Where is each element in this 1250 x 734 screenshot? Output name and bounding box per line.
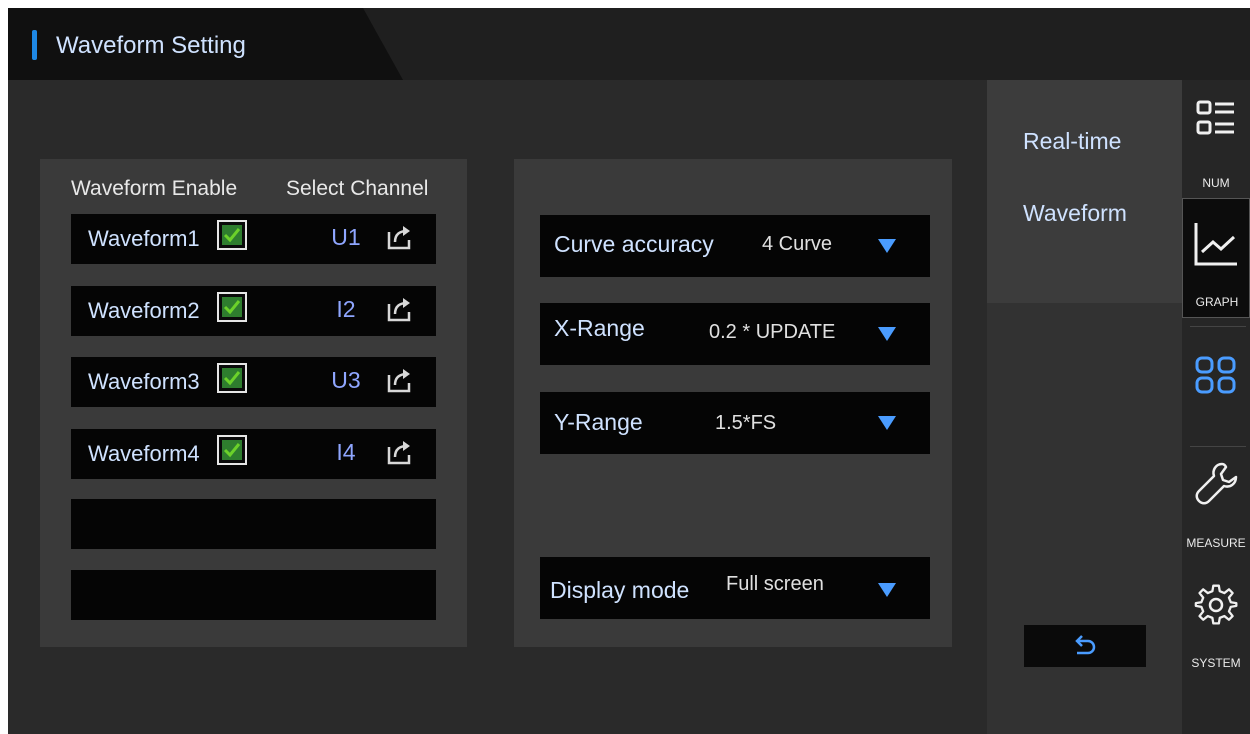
nav-item-graph[interactable]: GRAPH bbox=[1182, 198, 1250, 318]
waveform3-enable-checkbox[interactable] bbox=[217, 363, 247, 393]
gear-icon bbox=[1194, 584, 1238, 625]
grid-icon bbox=[1195, 356, 1236, 394]
waveform-row-1: Waveform1 U1 bbox=[71, 214, 436, 264]
graph-submenu: Real-time Waveform bbox=[987, 80, 1182, 734]
curve-accuracy-label: Curve accuracy bbox=[554, 231, 714, 257]
waveform-settings-panel: Curve accuracy 4 Curve X-Range 0.2 * UPD… bbox=[514, 159, 952, 647]
empty-row bbox=[71, 570, 436, 620]
undo-arrow-icon bbox=[1075, 635, 1096, 655]
display-mode-value: Full screen bbox=[726, 573, 824, 595]
title-accent-bar bbox=[32, 30, 37, 60]
waveform2-channel-value[interactable]: I2 bbox=[321, 296, 371, 323]
checkmark-icon bbox=[222, 297, 242, 317]
nav-label-graph: GRAPH bbox=[1195, 295, 1239, 309]
title-tab: Waveform Setting bbox=[8, 8, 403, 80]
x-range-dropdown[interactable]: X-Range 0.2 * UPDATE bbox=[540, 303, 930, 365]
nav-label-system: SYSTEM bbox=[1191, 656, 1241, 670]
y-range-label: Y-Range bbox=[554, 409, 643, 435]
top-bar: Waveform Setting bbox=[8, 8, 1250, 80]
share-icon[interactable] bbox=[385, 222, 415, 257]
list-icon bbox=[1196, 100, 1234, 135]
share-icon[interactable] bbox=[385, 294, 415, 329]
y-range-dropdown[interactable]: Y-Range 1.5*FS bbox=[540, 392, 930, 454]
nav-divider bbox=[1190, 326, 1246, 327]
x-range-label: X-Range bbox=[554, 315, 645, 341]
nav-item-system[interactable]: SYSTEM bbox=[1182, 570, 1250, 690]
nav-label-num: NUM bbox=[1202, 176, 1230, 190]
waveform2-enable-checkbox[interactable] bbox=[217, 292, 247, 322]
nav-item-grid[interactable] bbox=[1182, 332, 1250, 442]
waveform-row-4: Waveform4 I4 bbox=[71, 429, 436, 479]
checkmark-icon bbox=[222, 225, 242, 245]
waveform-label: Waveform1 bbox=[88, 226, 200, 251]
triangle-down-icon bbox=[878, 327, 896, 341]
waveform-channel-panel: Waveform Enable Select Channel Waveform1… bbox=[40, 159, 467, 647]
waveform4-enable-checkbox[interactable] bbox=[217, 435, 247, 465]
curve-accuracy-dropdown[interactable]: Curve accuracy 4 Curve bbox=[540, 215, 930, 277]
nav-item-measure[interactable]: MEASURE bbox=[1182, 450, 1250, 570]
right-nav: NUM GRAPH MEASURE SYSTEM bbox=[1182, 80, 1250, 734]
triangle-down-icon bbox=[878, 416, 896, 430]
empty-row bbox=[71, 499, 436, 549]
nav-divider bbox=[1190, 446, 1246, 447]
waveform1-enable-checkbox[interactable] bbox=[217, 220, 247, 250]
page-title: Waveform Setting bbox=[56, 32, 246, 59]
select-channel-header: Select Channel bbox=[286, 177, 429, 200]
waveform4-channel-value[interactable]: I4 bbox=[321, 439, 371, 466]
waveform3-channel-value[interactable]: U3 bbox=[321, 367, 371, 394]
submenu-item-waveform[interactable]: Waveform bbox=[1023, 200, 1127, 227]
x-range-value: 0.2 * UPDATE bbox=[709, 321, 836, 343]
wrench-icon bbox=[1195, 462, 1238, 505]
waveform-label: Waveform3 bbox=[88, 369, 200, 394]
submenu-item-real-time[interactable]: Real-time bbox=[1023, 128, 1121, 155]
waveform-setting-screen: Waveform Setting Waveform Enable Select … bbox=[8, 8, 1250, 734]
nav-item-num[interactable]: NUM bbox=[1182, 80, 1250, 200]
waveform-label: Waveform4 bbox=[88, 441, 200, 466]
display-mode-dropdown[interactable]: Display mode Full screen bbox=[540, 557, 930, 619]
share-icon[interactable] bbox=[385, 437, 415, 472]
nav-label-measure: MEASURE bbox=[1186, 536, 1246, 550]
waveform-row-3: Waveform3 U3 bbox=[71, 357, 436, 407]
triangle-down-icon bbox=[878, 239, 896, 253]
back-button[interactable] bbox=[1024, 625, 1146, 667]
submenu-box: Real-time Waveform bbox=[987, 80, 1182, 303]
waveform-label: Waveform2 bbox=[88, 298, 200, 323]
triangle-down-icon bbox=[878, 583, 896, 597]
waveform-row-2: Waveform2 I2 bbox=[71, 286, 436, 336]
curve-accuracy-value: 4 Curve bbox=[762, 233, 833, 255]
waveform-enable-header: Waveform Enable bbox=[71, 177, 238, 200]
share-icon[interactable] bbox=[385, 365, 415, 400]
checkmark-icon bbox=[222, 368, 242, 388]
display-mode-label: Display mode bbox=[550, 577, 690, 603]
checkmark-icon bbox=[222, 440, 242, 460]
waveform1-channel-value[interactable]: U1 bbox=[321, 224, 371, 251]
line-chart-icon bbox=[1194, 223, 1237, 266]
y-range-value: 1.5*FS bbox=[715, 412, 777, 434]
